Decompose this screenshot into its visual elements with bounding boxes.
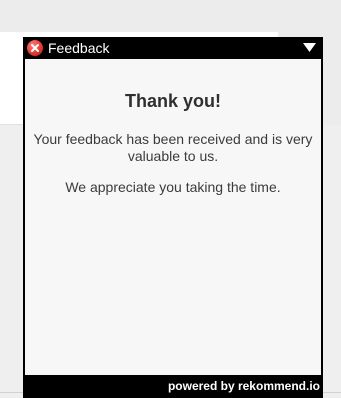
thank-you-heading: Thank you! [124,91,221,111]
feedback-header: Feedback [23,37,323,59]
feedback-footer: powered by rekommend.io [23,375,323,398]
feedback-received-message: Your feedback has been received and is v… [33,131,313,164]
feedback-content: Thank you! Your feedback has been receiv… [25,59,321,375]
powered-by-link[interactable]: powered by rekommend.io [168,379,320,393]
feedback-title: Feedback [48,40,110,56]
close-icon[interactable] [27,40,43,56]
appreciation-message: We appreciate you taking the time. [65,179,281,195]
close-glyph [31,44,39,52]
feedback-widget: Feedback Thank you! Your feedback has be… [23,37,323,398]
chevron-down-icon[interactable] [303,43,316,53]
page-background-top [0,0,341,30]
